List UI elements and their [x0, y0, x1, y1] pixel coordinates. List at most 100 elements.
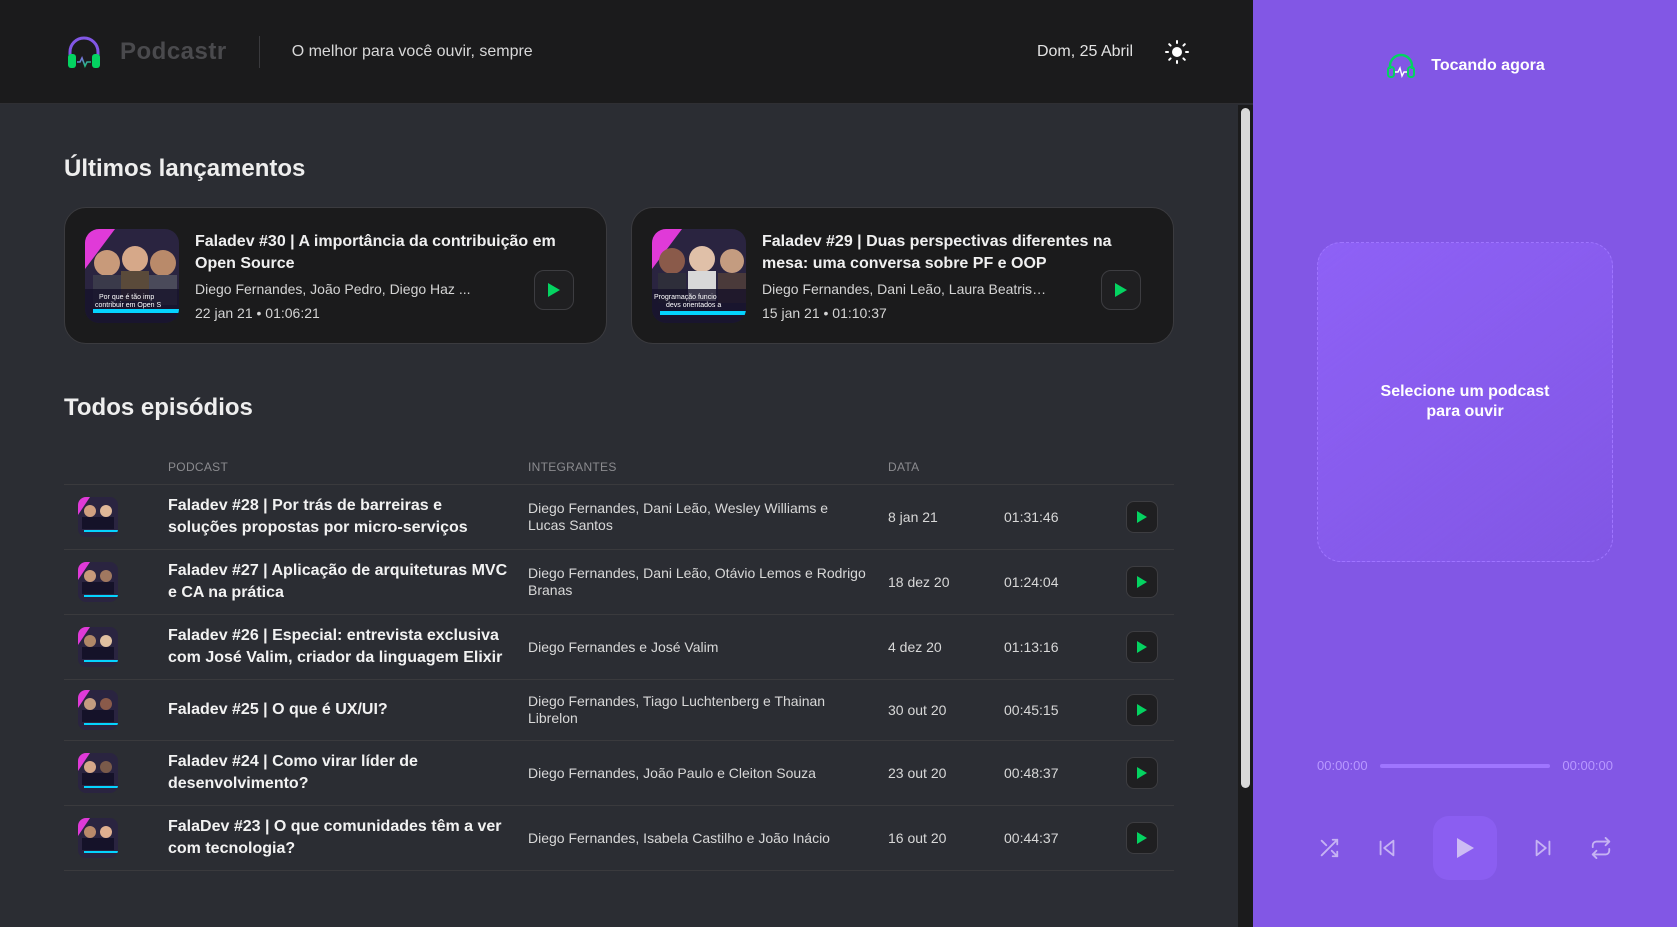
previous-button[interactable]: [1375, 836, 1399, 860]
episode-duration: 00:45:15: [1004, 679, 1124, 741]
column-header-action: [1124, 448, 1174, 485]
episodes-main[interactable]: Últimos lançamentos Por que é tão imp co…: [0, 105, 1238, 927]
episode-thumbnail[interactable]: [78, 562, 118, 602]
sun-icon[interactable]: [1165, 39, 1189, 64]
scrollbar[interactable]: [1238, 105, 1253, 927]
thumbnail-text-2: contribuir em Open S: [95, 302, 161, 309]
scrollbar-thumb[interactable]: [1241, 108, 1250, 788]
play-episode-button[interactable]: [1126, 694, 1158, 726]
column-header-date: Data: [888, 448, 1004, 485]
play-icon: [548, 283, 560, 297]
latest-episode-card[interactable]: Programação funcio devs orientados a Fal…: [631, 207, 1174, 344]
row-action-cell: [1124, 614, 1174, 680]
current-time: 00:00:00: [1317, 758, 1368, 773]
header: Podcastr O melhor para você ouvir, sempr…: [0, 0, 1253, 104]
shuffle-button[interactable]: [1317, 836, 1341, 860]
thumbnail-text-2: devs orientados a: [666, 302, 721, 309]
episode-thumbnail-image: [78, 818, 118, 858]
tagline: O melhor para você ouvir, sempre: [291, 42, 533, 60]
episode-thumbnail[interactable]: Programação funcio devs orientados a: [652, 228, 746, 323]
episode-members: Diego Fernandes, Dani Leão, Wesley Willi…: [528, 484, 888, 550]
play-episode-button[interactable]: [534, 270, 574, 310]
all-episodes-title: Todos episódios: [64, 394, 253, 421]
progress-bar: 00:00:00 00:00:00: [1317, 758, 1613, 773]
episode-meta: 22 jan 21 • 01:06:21: [195, 304, 320, 321]
play-button[interactable]: [1433, 816, 1497, 880]
play-icon: [1137, 511, 1147, 523]
episode-title[interactable]: FalaDev #23 | O que comunidades têm a ve…: [168, 805, 528, 871]
episode-thumbnail-image: Por que é tão imp contribuir em Open S: [85, 228, 179, 323]
episode-thumbnail-image: [78, 690, 118, 730]
episode-title[interactable]: Faladev #27 | Aplicação de arquiteturas …: [168, 549, 528, 615]
table-row: Faladev #26 | Especial: entrevista exclu…: [64, 614, 1174, 680]
column-header-podcast: Podcast: [168, 448, 528, 485]
play-icon: [1137, 704, 1147, 716]
episode-duration: 01:31:46: [1004, 484, 1124, 550]
now-playing-label: Tocando agora: [1431, 57, 1545, 74]
episode-duration: 01:24:04: [1004, 549, 1124, 615]
episode-thumbnail[interactable]: [78, 627, 118, 667]
episode-title[interactable]: Faladev #30 | A importância da contribui…: [195, 231, 585, 275]
episode-thumbnail-image: Programação funcio devs orientados a: [652, 228, 746, 323]
episode-thumbnail-image: [78, 497, 118, 537]
table-row: Faladev #27 | Aplicação de arquiteturas …: [64, 549, 1174, 615]
play-episode-button[interactable]: [1126, 631, 1158, 663]
play-episode-button[interactable]: [1126, 501, 1158, 533]
episode-title[interactable]: Faladev #24 | Como virar líder de desenv…: [168, 740, 528, 806]
episode-members: Diego Fernandes, Dani Leão, Laura Beatri…: [762, 280, 1047, 297]
play-icon: [1137, 641, 1147, 653]
play-icon: [1137, 767, 1147, 779]
episode-title[interactable]: Faladev #26 | Especial: entrevista exclu…: [168, 614, 528, 680]
episode-title[interactable]: Faladev #28 | Por trás de barreiras e so…: [168, 484, 528, 550]
play-icon: [1137, 832, 1147, 844]
episode-title[interactable]: Faladev #29 | Duas perspectivas diferent…: [762, 231, 1152, 275]
total-time: 00:00:00: [1562, 758, 1613, 773]
episode-members: Diego Fernandes, João Paulo e Cleiton So…: [528, 740, 888, 806]
episode-thumbnail[interactable]: [78, 753, 118, 793]
row-thumb-cell: [64, 614, 168, 680]
play-episode-button[interactable]: [1126, 757, 1158, 789]
episode-thumbnail[interactable]: Por que é tão imp contribuir em Open S: [85, 228, 179, 323]
table-row: Faladev #25 | O que é UX/UI? Diego Ferna…: [64, 679, 1174, 741]
empty-player-box: Selecione um podcast para ouvir: [1317, 242, 1613, 562]
row-action-cell: [1124, 805, 1174, 871]
episode-thumbnail[interactable]: [78, 690, 118, 730]
play-episode-button[interactable]: [1126, 822, 1158, 854]
table-row: FalaDev #23 | O que comunidades têm a ve…: [64, 805, 1174, 871]
episode-members: Diego Fernandes, Isabela Castilho e João…: [528, 805, 888, 871]
episode-meta: 15 jan 21 • 01:10:37: [762, 304, 887, 321]
play-icon: [1137, 576, 1147, 588]
play-episode-button[interactable]: [1101, 270, 1141, 310]
table-row: Faladev #28 | Por trás de barreiras e so…: [64, 484, 1174, 550]
episode-members: Diego Fernandes, Tiago Luchtenberg e Tha…: [528, 679, 888, 741]
episode-thumbnail[interactable]: [78, 818, 118, 858]
row-action-cell: [1124, 740, 1174, 806]
episode-thumbnail-image: [78, 562, 118, 602]
shuffle-icon: [1320, 838, 1339, 858]
episode-thumbnail-image: [78, 627, 118, 667]
player-controls: [1317, 816, 1613, 880]
row-thumb-cell: [64, 679, 168, 741]
episode-thumbnail[interactable]: [78, 497, 118, 537]
progress-slider[interactable]: [1379, 763, 1551, 768]
episodes-table: Podcast Integrantes Data: [64, 448, 1174, 871]
episode-duration: 00:44:37: [1004, 805, 1124, 871]
header-right: Dom, 25 Abril: [1037, 39, 1189, 64]
skip-forward-icon: [1535, 839, 1551, 857]
row-action-cell: [1124, 484, 1174, 550]
latest-episode-card[interactable]: Por que é tão imp contribuir em Open S F…: [64, 207, 607, 344]
latest-episodes-title: Últimos lançamentos: [64, 155, 306, 182]
row-thumb-cell: [64, 805, 168, 871]
repeat-button[interactable]: [1589, 836, 1613, 860]
thumbnail-text-1: Programação funcio: [654, 294, 717, 301]
column-header-members: Integrantes: [528, 448, 888, 485]
episode-date: 4 dez 20: [888, 614, 1004, 680]
app-name: Podcastr: [120, 37, 227, 65]
logo[interactable]: Podcastr: [64, 32, 227, 72]
episode-members: Diego Fernandes, João Pedro, Diego Haz .…: [195, 280, 471, 297]
next-button[interactable]: [1531, 836, 1555, 860]
episode-title[interactable]: Faladev #25 | O que é UX/UI?: [168, 679, 528, 741]
repeat-icon: [1591, 837, 1611, 859]
play-episode-button[interactable]: [1126, 566, 1158, 598]
column-header-thumb: [64, 448, 168, 485]
